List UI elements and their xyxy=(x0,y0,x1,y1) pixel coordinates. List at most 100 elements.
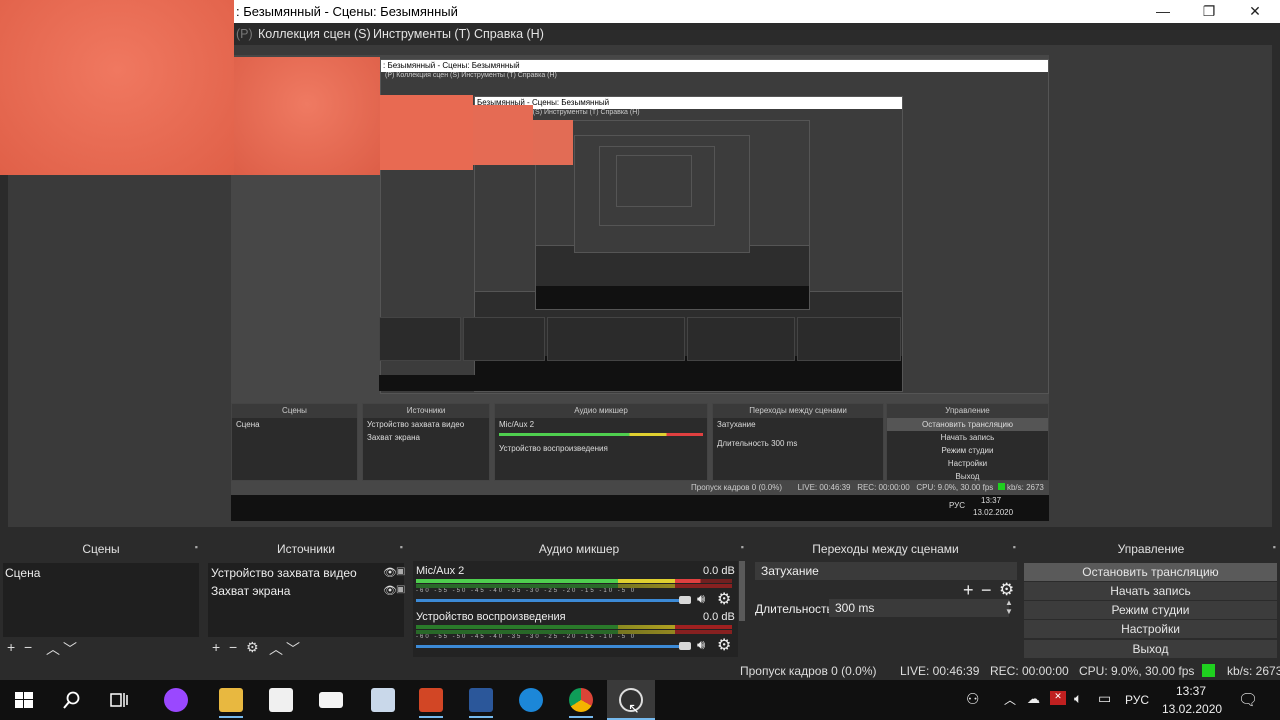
duration-spin-icon[interactable]: ▲ ▼ xyxy=(1005,598,1013,616)
clock-date[interactable]: 13.02.2020 xyxy=(1162,702,1222,716)
status-bar: Пропуск кадров 0 (0.0%) LIVE: 00:46:39 R… xyxy=(0,661,1280,680)
active-indicator xyxy=(569,716,593,718)
add-scene-icon[interactable]: + xyxy=(7,639,15,655)
scenes-dock: Сцены ▪ Сцена + − ︿ ﹀ xyxy=(0,539,202,661)
search-icon[interactable] xyxy=(63,691,81,709)
preview-dock-scenes xyxy=(379,317,461,361)
preview-mixer-title: Аудио микшер xyxy=(495,404,707,418)
gear-icon[interactable]: ⚙ xyxy=(717,635,731,655)
menu-help[interactable]: Справка (H) xyxy=(474,27,544,41)
menu-tools[interactable]: Инструменты (T) xyxy=(373,27,470,41)
task-view-icon[interactable] xyxy=(110,692,128,708)
preview-status-kbs: kb/s: 2673 xyxy=(1006,483,1044,492)
duration-input[interactable]: 300 ms xyxy=(829,599,1009,617)
exit-button[interactable]: Выход xyxy=(1024,640,1277,658)
nested-taskbar-3 xyxy=(536,286,809,309)
volume-slider-knob[interactable] xyxy=(679,642,691,650)
close-button[interactable]: ✕ xyxy=(1232,0,1278,23)
dock-float-icon[interactable]: ▪ xyxy=(1013,542,1016,552)
preview-source-item: Устройство захвата видео xyxy=(367,420,465,429)
dock-float-icon[interactable]: ▪ xyxy=(1273,542,1276,552)
cloud-icon[interactable]: ☁ xyxy=(1027,691,1040,707)
speaker-icon[interactable]: 🔊︎ xyxy=(697,637,705,653)
settings-button[interactable]: Настройки xyxy=(1024,620,1277,638)
preview-meter xyxy=(499,433,703,436)
studio-mode-button[interactable]: Режим студии xyxy=(1024,601,1277,619)
preview-duration: 300 ms xyxy=(771,439,798,448)
lock-icon[interactable]: ▣ xyxy=(396,584,405,595)
source-settings-gear-icon[interactable]: ⚙ xyxy=(246,639,259,656)
visibility-eye-icon[interactable]: 👁 xyxy=(383,566,397,579)
transition-select[interactable]: Затухание xyxy=(755,562,1017,580)
live-time: LIVE: 00:46:39 xyxy=(900,664,980,678)
edge-icon[interactable] xyxy=(519,688,543,712)
dropped-frames: Пропуск кадров 0 (0.0%) xyxy=(740,664,877,678)
mail-icon[interactable] xyxy=(319,692,343,708)
stream-health-indicator xyxy=(1202,664,1215,677)
volume-slider[interactable] xyxy=(416,599,686,602)
preview-scenes-dock: Сцены Сцена xyxy=(231,403,358,481)
volume-slider[interactable] xyxy=(416,645,686,648)
scenes-list[interactable]: Сцена xyxy=(3,563,199,637)
alice-icon[interactable] xyxy=(164,688,188,712)
move-up-icon[interactable]: ︿ xyxy=(46,639,60,659)
visibility-eye-icon[interactable]: 👁 xyxy=(383,584,397,597)
dock-float-icon[interactable]: ▪ xyxy=(195,542,198,552)
add-transition-icon[interactable]: + xyxy=(963,580,974,601)
remove-source-icon[interactable]: − xyxy=(229,639,237,655)
dock-float-icon[interactable]: ▪ xyxy=(400,542,403,552)
minimize-button[interactable]: — xyxy=(1140,0,1186,23)
menu-profile[interactable]: (P) xyxy=(236,27,253,41)
nested-menu-2: Коллекция сцен (S) Инструменты (T) Справ… xyxy=(479,109,640,116)
network-icon[interactable]: ▭ xyxy=(1098,690,1111,707)
scene-item[interactable]: Сцена xyxy=(5,566,40,580)
remove-transition-icon[interactable]: − xyxy=(981,580,992,601)
people-icon[interactable]: ⚇ xyxy=(966,690,979,708)
powerpoint-icon[interactable] xyxy=(419,688,443,712)
windows-start-icon[interactable] xyxy=(15,692,33,708)
file-explorer-icon[interactable] xyxy=(219,688,243,712)
active-indicator xyxy=(219,716,243,718)
rec-time: REC: 00:00:00 xyxy=(990,664,1069,678)
mixer-channel-name: Mic/Aux 2 xyxy=(416,565,465,577)
preview-status-rec: REC: 00:00:00 xyxy=(857,483,910,492)
source-item[interactable]: Устройство захвата видео xyxy=(211,566,357,580)
store-icon[interactable] xyxy=(269,688,293,712)
move-down-icon[interactable]: ﹀ xyxy=(286,639,300,659)
chrome-icon[interactable] xyxy=(569,688,593,712)
window-title: : Безымянный - Сцены: Безымянный xyxy=(236,4,458,19)
preview-salmon-block-3 xyxy=(533,120,573,165)
clock-time[interactable]: 13:37 xyxy=(1176,684,1206,698)
obs-window: : Безымянный - Сцены: Безымянный — ❐ ✕ (… xyxy=(0,0,1280,720)
bitrate: kb/s: 2673 xyxy=(1227,664,1280,678)
notepad-icon[interactable] xyxy=(371,688,395,712)
chevron-up-icon[interactable]: ︿ xyxy=(1004,691,1016,708)
word-icon[interactable] xyxy=(469,688,493,712)
preview-salmon-block xyxy=(380,95,473,170)
remove-scene-icon[interactable]: − xyxy=(24,639,32,655)
start-recording-button[interactable]: Начать запись xyxy=(1024,582,1277,600)
preview-tray-date: 13.02.2020 xyxy=(973,508,1014,517)
speaker-icon[interactable]: 🔊︎ xyxy=(697,591,705,607)
dock-float-icon[interactable]: ▪ xyxy=(741,542,744,552)
language-indicator[interactable]: РУС xyxy=(1125,693,1149,707)
antivirus-icon[interactable]: ✕ xyxy=(1050,691,1066,705)
preview-btn: Остановить трансляцию xyxy=(887,418,1048,431)
gear-icon[interactable]: ⚙ xyxy=(717,589,731,609)
transition-gear-icon[interactable]: ⚙ xyxy=(999,580,1014,600)
volume-slider-knob[interactable] xyxy=(679,596,691,604)
lock-icon[interactable]: ▣ xyxy=(396,566,405,577)
volume-icon[interactable]: 🔈︎ xyxy=(1074,690,1082,707)
source-item[interactable]: Захват экрана xyxy=(211,584,290,598)
preview-source-item: Захват экрана xyxy=(367,433,420,442)
move-up-icon[interactable]: ︿ xyxy=(269,639,283,659)
maximize-button[interactable]: ❐ xyxy=(1186,0,1232,23)
sources-list[interactable]: Устройство захвата видео 👁 ▣ Захват экра… xyxy=(208,563,405,637)
stop-streaming-button[interactable]: Остановить трансляцию xyxy=(1024,563,1277,581)
nested-title-2: Безымянный - Сцены: Безымянный xyxy=(475,97,902,109)
mixer-scrollbar[interactable] xyxy=(739,561,745,621)
move-down-icon[interactable]: ﹀ xyxy=(63,639,77,659)
menu-scene-collection[interactable]: Коллекция сцен (S) xyxy=(258,27,371,41)
notification-icon[interactable]: 🗨︎ xyxy=(1238,690,1258,710)
add-source-icon[interactable]: + xyxy=(212,639,220,655)
